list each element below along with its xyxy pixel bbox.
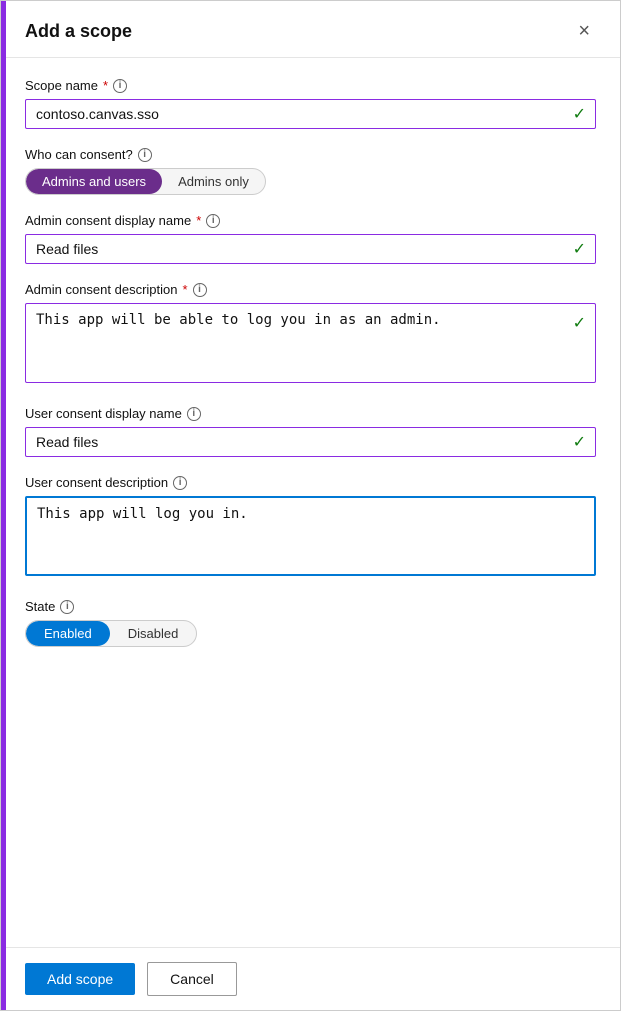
dialog-header: Add a scope ×: [1, 1, 620, 58]
add-scope-dialog: Add a scope × Scope name * i ✓ Who can c…: [0, 0, 621, 1011]
cancel-button[interactable]: Cancel: [147, 962, 237, 996]
admin-consent-description-check-icon: ✓: [573, 313, 586, 333]
scope-name-check-icon: ✓: [573, 104, 586, 124]
admin-consent-display-name-group: Admin consent display name * i ✓: [25, 213, 596, 264]
admin-consent-description-wrapper: This app will be able to log you in as a…: [25, 303, 596, 388]
user-consent-display-name-label: User consent display name i: [25, 406, 596, 421]
state-label: State i: [25, 599, 596, 614]
who-can-consent-group: Who can consent? i Admins and users Admi…: [25, 147, 596, 195]
user-consent-description-input[interactable]: This app will log you in.: [25, 496, 596, 576]
admin-consent-display-name-info-icon: i: [206, 214, 220, 228]
admin-consent-display-name-input-wrapper: ✓: [25, 234, 596, 264]
consent-toggle-group: Admins and users Admins only: [25, 168, 266, 195]
scope-name-input[interactable]: [25, 99, 596, 129]
admin-consent-display-name-check-icon: ✓: [573, 239, 586, 259]
state-toggle-group: Enabled Disabled: [25, 620, 197, 647]
user-consent-display-name-input-wrapper: ✓: [25, 427, 596, 457]
user-consent-display-name-input[interactable]: [25, 427, 596, 457]
user-consent-description-label: User consent description i: [25, 475, 596, 490]
required-star-2: *: [196, 213, 201, 228]
scope-name-info-icon: i: [113, 79, 127, 93]
user-consent-display-name-group: User consent display name i ✓: [25, 406, 596, 457]
user-consent-description-group: User consent description i This app will…: [25, 475, 596, 581]
required-star: *: [103, 78, 108, 93]
scope-name-label: Scope name * i: [25, 78, 596, 93]
dialog-body: Scope name * i ✓ Who can consent? i Admi…: [1, 58, 620, 947]
user-consent-display-name-info-icon: i: [187, 407, 201, 421]
admin-consent-description-group: Admin consent description * i This app w…: [25, 282, 596, 388]
user-consent-description-info-icon: i: [173, 476, 187, 490]
user-consent-display-name-check-icon: ✓: [573, 432, 586, 452]
enabled-toggle[interactable]: Enabled: [26, 621, 110, 646]
admins-users-toggle[interactable]: Admins and users: [26, 169, 162, 194]
close-button[interactable]: ×: [572, 19, 596, 43]
admin-consent-display-name-input[interactable]: [25, 234, 596, 264]
state-group: State i Enabled Disabled: [25, 599, 596, 647]
dialog-title: Add a scope: [25, 21, 132, 42]
scope-name-input-wrapper: ✓: [25, 99, 596, 129]
dialog-footer: Add scope Cancel: [1, 947, 620, 1010]
who-can-consent-info-icon: i: [138, 148, 152, 162]
admin-consent-description-info-icon: i: [193, 283, 207, 297]
accent-bar: [1, 1, 6, 1010]
admin-consent-display-name-label: Admin consent display name * i: [25, 213, 596, 228]
admin-consent-description-input[interactable]: This app will be able to log you in as a…: [25, 303, 596, 383]
admins-only-toggle[interactable]: Admins only: [162, 169, 265, 194]
disabled-toggle[interactable]: Disabled: [110, 621, 197, 646]
scope-name-group: Scope name * i ✓: [25, 78, 596, 129]
user-consent-description-wrapper: This app will log you in.: [25, 496, 596, 581]
who-can-consent-label: Who can consent? i: [25, 147, 596, 162]
add-scope-button[interactable]: Add scope: [25, 963, 135, 995]
required-star-3: *: [182, 282, 187, 297]
admin-consent-description-label: Admin consent description * i: [25, 282, 596, 297]
state-info-icon: i: [60, 600, 74, 614]
